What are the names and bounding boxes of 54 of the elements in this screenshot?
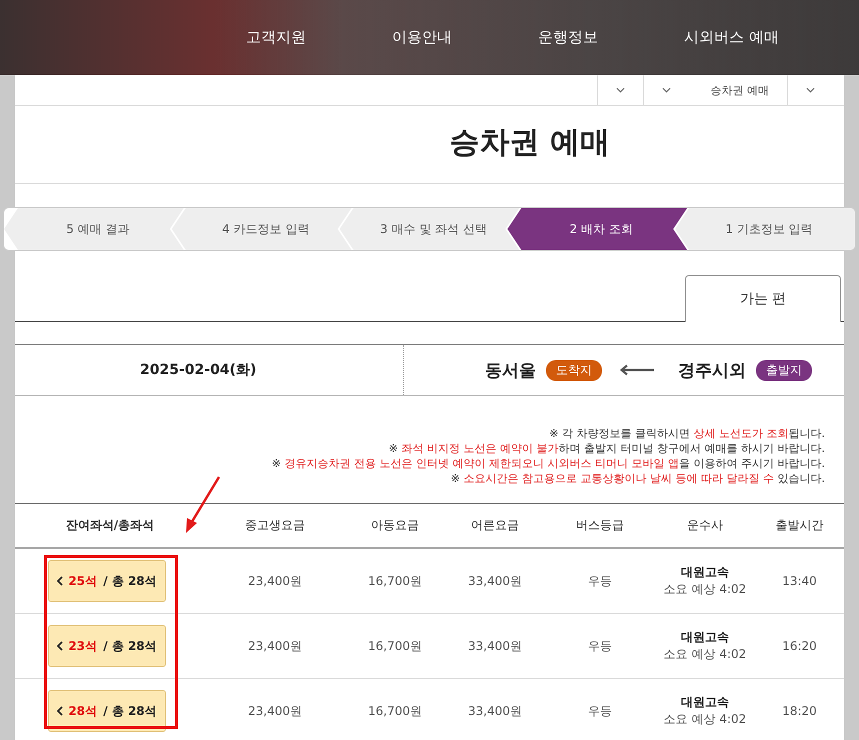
chevron-left-icon bbox=[57, 576, 64, 586]
nav-link[interactable]: 시외버스 예매 bbox=[684, 28, 779, 47]
page-title: 승차권 예매 bbox=[15, 106, 844, 184]
chevron-left-icon bbox=[57, 706, 64, 716]
duration-text: 소요 예상 4:02 bbox=[662, 581, 748, 598]
youth-fare: 23,400원 bbox=[248, 704, 302, 718]
nav-link[interactable]: 고객지원 bbox=[246, 28, 306, 47]
bus-grade: 우등 bbox=[588, 638, 612, 652]
adult-fare: 33,400원 bbox=[468, 574, 522, 588]
bus-company: 대원고속 bbox=[680, 564, 730, 581]
departure-date: 2025-02-04(화) bbox=[140, 361, 256, 379]
seat-select-button[interactable]: 23석 / 총 28석 bbox=[48, 625, 166, 667]
notice-text: ※ 좌석 비지정 노선은 예약이 불가하며 출발지 터미널 창구에서 예매를 하시기 바랍니다. bbox=[388, 441, 825, 456]
child-fare: 16,700원 bbox=[368, 638, 422, 652]
departure-time: 18:20 bbox=[782, 704, 817, 718]
bus-company: 대원고속 bbox=[680, 694, 730, 711]
notice-text: ※ 경유지승차권 전용 노선은 인터넷 예약이 제한되오니 시외버스 티머니 모바일 앱을 이용하여 주시기 바랍니다. bbox=[270, 456, 825, 471]
bus-grade: 우등 bbox=[588, 704, 612, 718]
arrow-left-icon bbox=[618, 364, 654, 376]
direction-tab[interactable]: 가는 편 bbox=[685, 275, 841, 322]
departure-time: 16:20 bbox=[782, 639, 817, 653]
notice-text: ※ 소요시간은 참고용으로 교통상황이나 날씨 등에 따라 달라질 수 있습니다. bbox=[450, 471, 825, 486]
seat-select-button[interactable]: 28석 / 총 28석 bbox=[48, 690, 166, 732]
column-header: 운수사 bbox=[655, 504, 755, 548]
youth-fare: 23,400원 bbox=[248, 638, 302, 652]
nav-link[interactable]: 이용안내 bbox=[392, 28, 452, 47]
arrival-badge: 도착지 bbox=[546, 360, 602, 380]
nav-link[interactable]: 운행정보 bbox=[538, 28, 598, 47]
chevron-down-icon[interactable] bbox=[616, 87, 624, 93]
bus-company: 대원고속 bbox=[680, 629, 730, 646]
column-header: 출발시간 bbox=[755, 504, 844, 548]
chevron-down-icon[interactable] bbox=[662, 87, 670, 93]
column-header: 중고생요금 bbox=[205, 504, 345, 548]
column-header: 아동요금 bbox=[345, 504, 445, 548]
departure-name: 경주시외 bbox=[678, 360, 746, 382]
youth-fare: 23,400원 bbox=[248, 574, 302, 588]
breadcrumb-item[interactable]: 승차권 예매 bbox=[710, 82, 769, 98]
annotation-arrow bbox=[183, 475, 223, 535]
seat-select-button[interactable]: 25석 / 총 28석 bbox=[48, 560, 166, 602]
duration-text: 소요 예상 4:02 bbox=[662, 646, 748, 663]
departure-time: 13:40 bbox=[782, 574, 817, 588]
adult-fare: 33,400원 bbox=[468, 704, 522, 718]
bus-grade: 우등 bbox=[588, 574, 612, 588]
child-fare: 16,700원 bbox=[368, 704, 422, 718]
column-header: 버스등급 bbox=[545, 504, 655, 548]
chevron-left-icon bbox=[57, 641, 64, 651]
adult-fare: 33,400원 bbox=[468, 638, 522, 652]
column-header: 어른요금 bbox=[445, 504, 545, 548]
notice-text: ※ 각 차량정보를 클릭하시면 상세 노선도가 조회 됩니다. bbox=[548, 426, 825, 441]
duration-text: 소요 예상 4:02 bbox=[662, 711, 748, 728]
chevron-down-icon[interactable] bbox=[806, 87, 815, 93]
arrival-name: 동서울 bbox=[485, 360, 536, 382]
child-fare: 16,700원 bbox=[368, 574, 422, 588]
departure-badge: 출발지 bbox=[756, 360, 812, 380]
